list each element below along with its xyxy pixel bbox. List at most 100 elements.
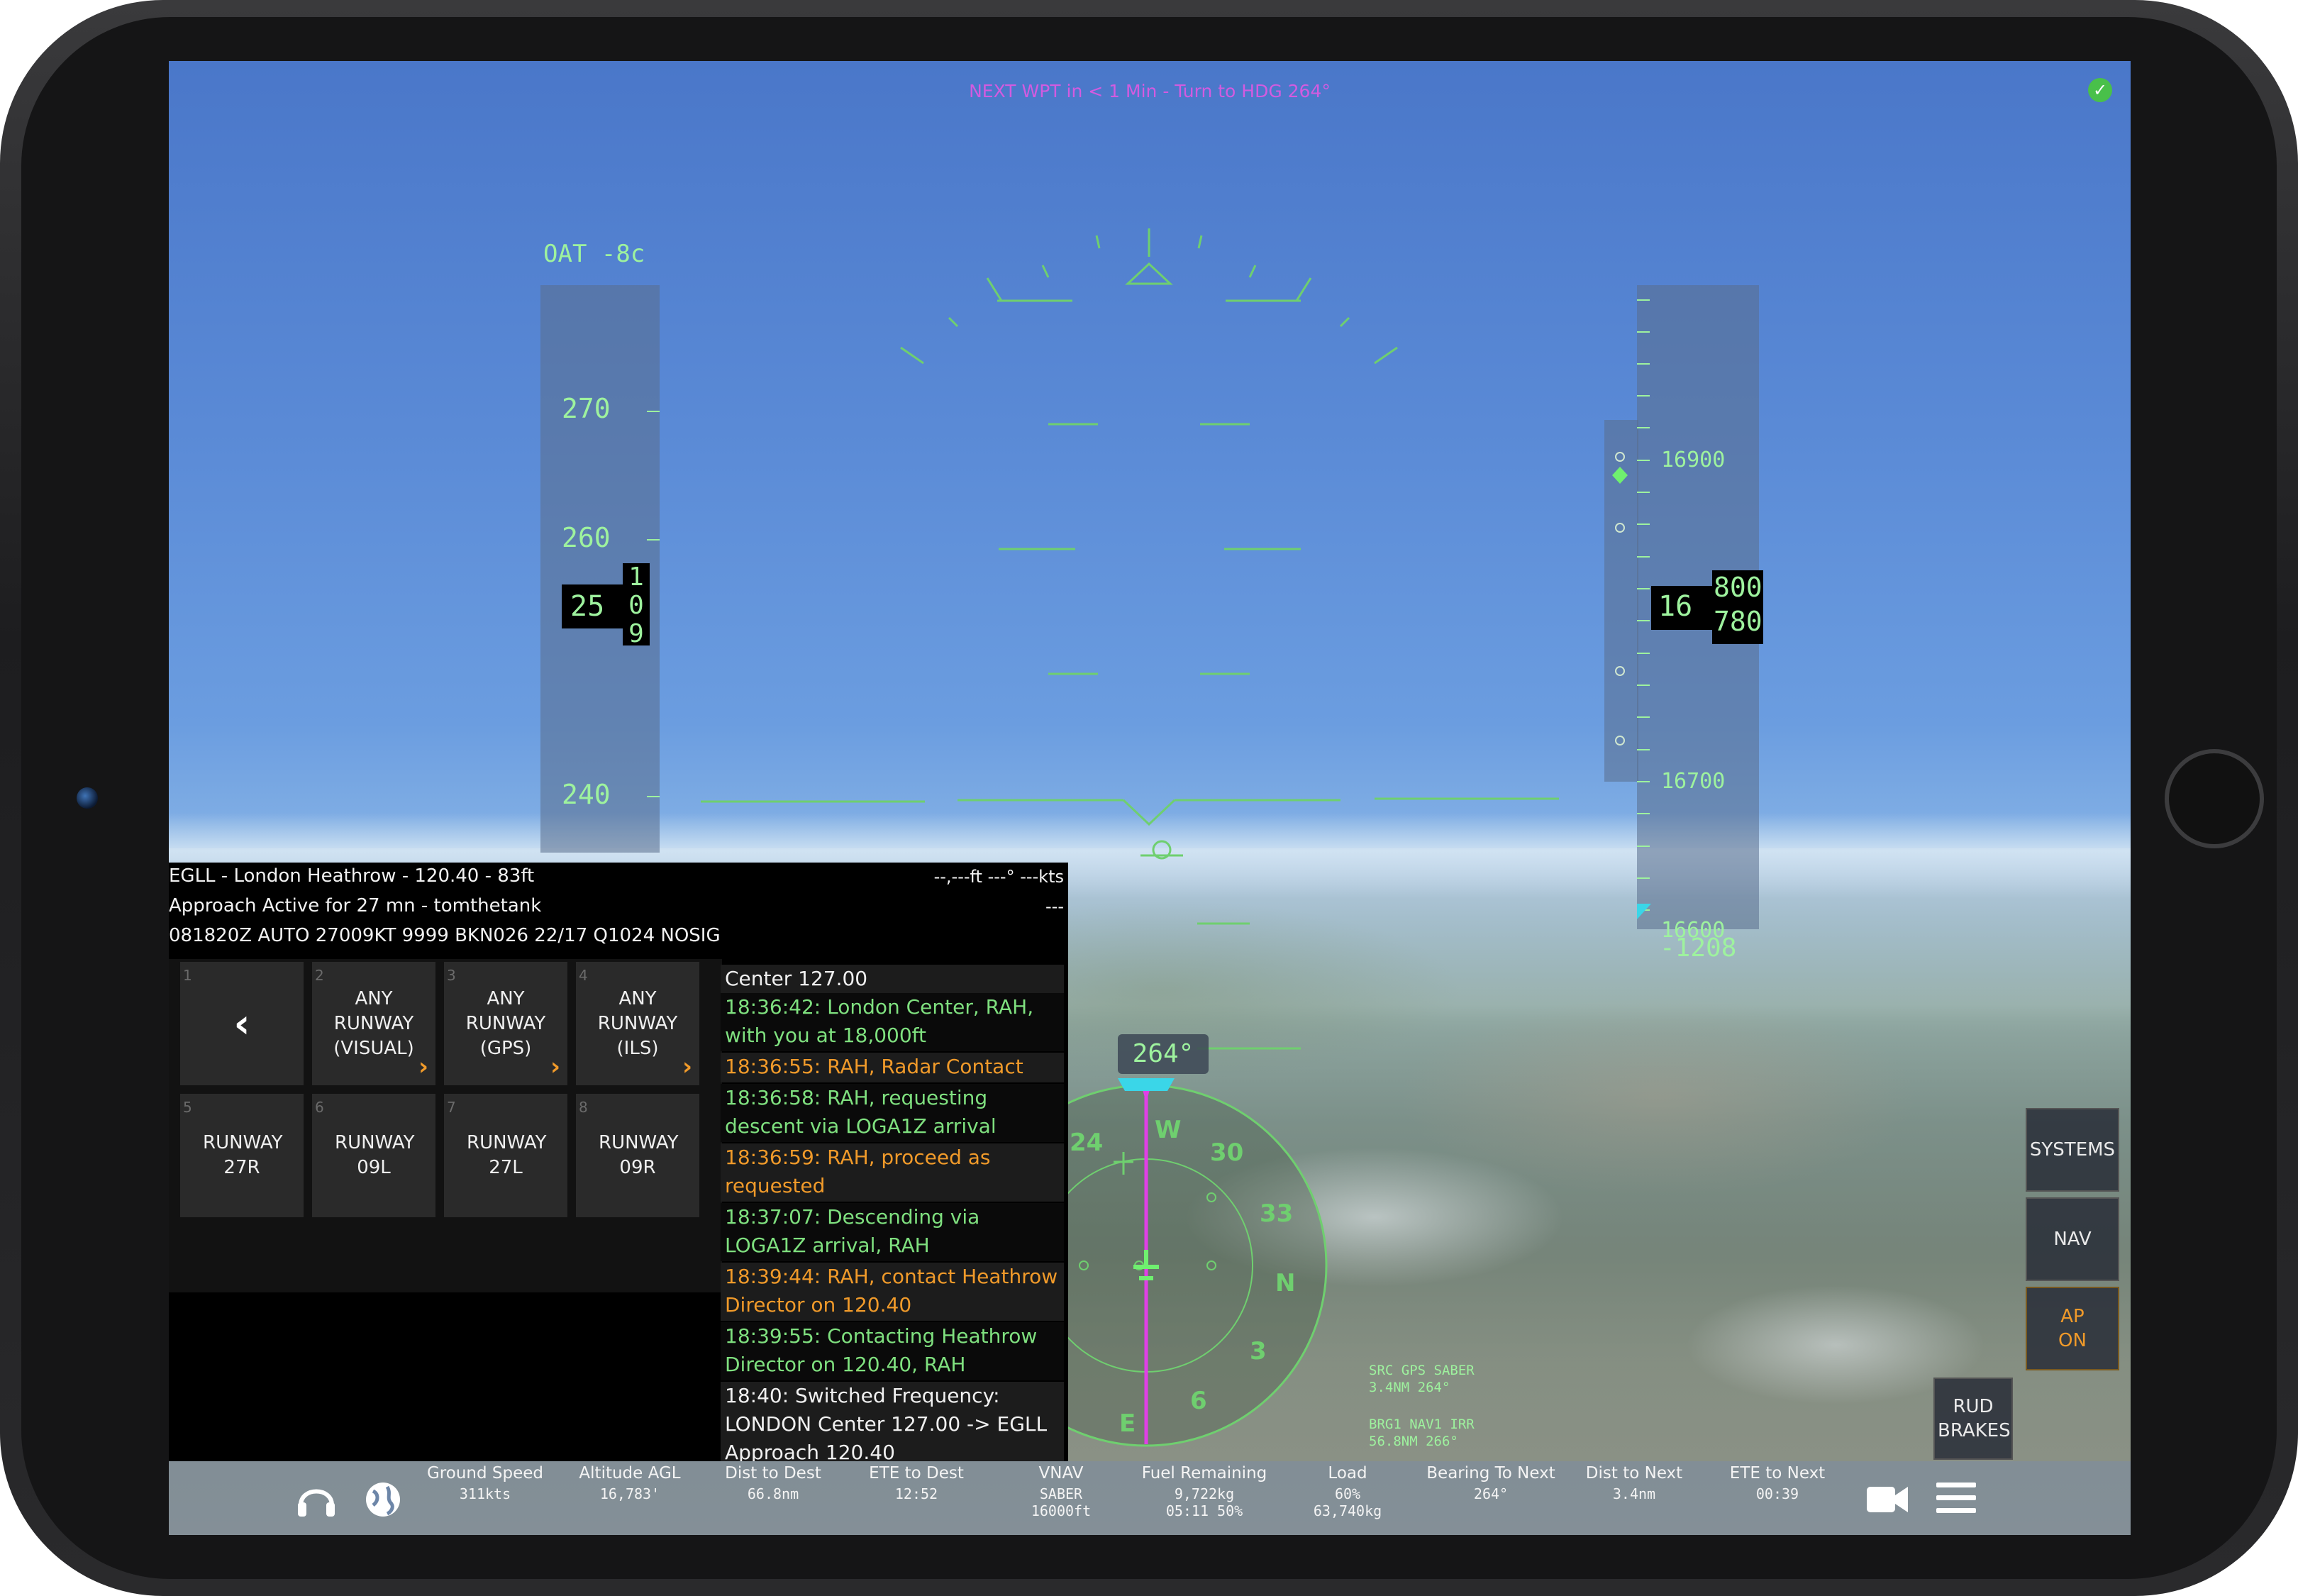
nav-button[interactable]: NAV	[2026, 1197, 2119, 1281]
stat-dist-to-next: Dist to Next 3.4nm	[1563, 1461, 1705, 1502]
stat-value-secondary: 63,740kg	[1313, 1502, 1382, 1519]
atc-button-number: 6	[315, 1099, 324, 1116]
atc-approach-line: Approach Active for 27 mn - tomthetank	[169, 895, 542, 916]
menu-icon[interactable]	[1935, 1480, 1977, 1517]
atc-option-visual[interactable]: 2 ANY RUNWAY (VISUAL) ›	[312, 962, 435, 1085]
stat-bearing-to-next: Bearing To Next 264°	[1420, 1461, 1562, 1502]
compass-label: N	[1275, 1269, 1295, 1297]
systems-button[interactable]: SYSTEMS	[2026, 1108, 2119, 1192]
headset-icon[interactable]	[295, 1480, 338, 1519]
stat-value: 9,722kg	[1174, 1485, 1235, 1502]
nav-source-info: SRC GPS SABER 3.4NM 264°	[1369, 1362, 1475, 1396]
atc-runway-27l[interactable]: 7 RUNWAY 27L	[444, 1094, 567, 1217]
chevron-left-icon: ‹	[233, 1000, 250, 1047]
front-camera	[77, 787, 98, 809]
chevron-right-icon: ›	[418, 1053, 428, 1081]
stat-ground-speed: Ground Speed 311kts	[414, 1461, 556, 1502]
bank-tick	[1295, 277, 1312, 301]
heading-readout: 264°	[1118, 1034, 1209, 1074]
stat-value: 3.4nm	[1612, 1485, 1656, 1502]
stat-value-secondary: 16000ft	[1031, 1502, 1092, 1519]
atc-log-entry: 18:36:55: RAH, Radar Contact	[721, 1053, 1064, 1082]
rudder-brakes-label: RUD BRAKES	[1938, 1396, 2011, 1441]
atc-log-entry: 18:39:55: Contacting Heathrow Director o…	[721, 1322, 1064, 1380]
atc-log-entry: 18:40: Switched Frequency: LONDON Center…	[721, 1382, 1064, 1461]
camera-icon[interactable]	[1865, 1483, 1909, 1515]
stat-dist-to-dest: Dist to Dest 66.8nm	[702, 1461, 844, 1502]
atc-back-button[interactable]: 1 ‹	[180, 962, 304, 1085]
alt-bug	[1615, 736, 1625, 746]
atc-option-gps[interactable]: 3 ANY RUNWAY (GPS) ›	[444, 962, 567, 1085]
chevron-right-icon: ›	[550, 1053, 560, 1081]
stat-label: ETE to Dest	[869, 1464, 964, 1483]
stat-value: 264°	[1473, 1485, 1509, 1502]
nav-bearing-line: BRG1 NAV1 IRR	[1369, 1417, 1475, 1432]
stat-value: SABER	[1039, 1485, 1083, 1502]
stat-label: Fuel Remaining	[1141, 1464, 1267, 1483]
atc-runway-09l[interactable]: 6 RUNWAY 09L	[312, 1094, 435, 1217]
atc-log-entry: Center 127.00	[721, 965, 1064, 993]
stat-label: Altitude AGL	[579, 1464, 681, 1483]
bank-tick	[1374, 346, 1398, 365]
atc-message-log[interactable]: Center 127.00 18:36:42: London Center, R…	[721, 948, 1064, 1461]
alt-bug	[1615, 523, 1625, 533]
atc-airport-line: EGLL - London Heathrow - 120.40 - 83ft	[169, 865, 535, 887]
atc-log-entry: 18:36:59: RAH, proceed as requested	[721, 1143, 1064, 1202]
rudder-brakes-button[interactable]: RUD BRAKES	[1933, 1378, 2013, 1460]
stat-value-secondary: 05:11 50%	[1165, 1502, 1243, 1519]
stat-altitude-agl: Altitude AGL 16,783'	[559, 1461, 701, 1502]
stat-fuel-remaining: Fuel Remaining 9,722kg 05:11 50%	[1133, 1461, 1275, 1519]
bank-tick	[948, 316, 959, 328]
compass-label: E	[1119, 1409, 1136, 1438]
bank-tick	[900, 346, 924, 365]
atc-runway-27r[interactable]: 5 RUNWAY 27R	[180, 1094, 304, 1217]
stat-value: 00:39	[1755, 1485, 1799, 1502]
chevron-right-icon: ›	[682, 1053, 692, 1081]
flight-sim-screen: NEXT WPT in < 1 Min - Turn to HDG 264° ✓…	[169, 61, 2131, 1535]
stat-value: 66.8nm	[747, 1485, 799, 1502]
stat-label: Dist to Next	[1585, 1464, 1683, 1483]
bank-tick	[1248, 265, 1257, 278]
atc-secondary-readout: ---	[1045, 897, 1064, 916]
compass-label: W	[1155, 1116, 1182, 1144]
stat-label: ETE to Next	[1729, 1464, 1826, 1483]
atc-button-label: RUNWAY 09R	[599, 1132, 679, 1178]
stat-value: 16,783'	[599, 1485, 660, 1502]
vs-pointer-icon	[1637, 904, 1651, 919]
compass-label: 33	[1260, 1199, 1293, 1228]
atc-button-number: 7	[447, 1099, 456, 1116]
stat-label: Dist to Dest	[725, 1464, 821, 1483]
nav-bearing-line: 56.8NM 266°	[1369, 1434, 1458, 1449]
atc-button-number: 3	[447, 967, 456, 984]
nav-source-line: 3.4NM 264°	[1369, 1380, 1450, 1395]
atc-button-number: 8	[579, 1099, 588, 1116]
atc-runway-09r[interactable]: 8 RUNWAY 09R	[576, 1094, 699, 1217]
nav-source-line: SRC GPS SABER	[1369, 1363, 1475, 1378]
atc-button-label: ANY RUNWAY (ILS)	[597, 987, 678, 1059]
nav-bearing-info: BRG1 NAV1 IRR 56.8NM 266°	[1369, 1416, 1475, 1450]
globe-icon[interactable]	[363, 1480, 403, 1519]
home-button[interactable]	[2165, 749, 2264, 848]
stat-vnav: VNAV SABER 16000ft	[990, 1461, 1132, 1519]
atc-panel: EGLL - London Heathrow - 120.40 - 83ft A…	[169, 863, 1068, 1461]
stat-ete-to-next: ETE to Next 00:39	[1706, 1461, 1848, 1502]
compass-label: 30	[1210, 1138, 1243, 1167]
autopilot-button[interactable]: AP ON	[2026, 1287, 2119, 1370]
atc-option-ils[interactable]: 4 ANY RUNWAY (ILS) ›	[576, 962, 699, 1085]
compass-label: 3	[1250, 1337, 1267, 1365]
bank-tick	[1197, 235, 1203, 249]
atc-log-entry: 18:39:44: RAH, contact Heathrow Director…	[721, 1263, 1064, 1321]
alt-bug	[1615, 666, 1625, 676]
stat-ete-to-dest: ETE to Dest 12:52	[845, 1461, 987, 1502]
autopilot-label: AP ON	[2058, 1306, 2087, 1351]
atc-log-entry: 18:37:07: Descending via LOGA1Z arrival,…	[721, 1203, 1064, 1261]
alt-bug	[1615, 452, 1625, 462]
atc-button-label: RUNWAY 27R	[203, 1132, 283, 1178]
target-alt-diamond-icon	[1612, 467, 1628, 484]
aircraft-symbol-icon	[1122, 799, 1176, 826]
bank-tick	[1339, 316, 1350, 328]
atc-metar-line: 081820Z AUTO 27009KT 9999 BKN026 22/17 Q…	[169, 925, 721, 946]
stat-label: Ground Speed	[426, 1464, 543, 1483]
compass-label: 6	[1190, 1387, 1207, 1415]
bank-tick	[1041, 265, 1050, 278]
